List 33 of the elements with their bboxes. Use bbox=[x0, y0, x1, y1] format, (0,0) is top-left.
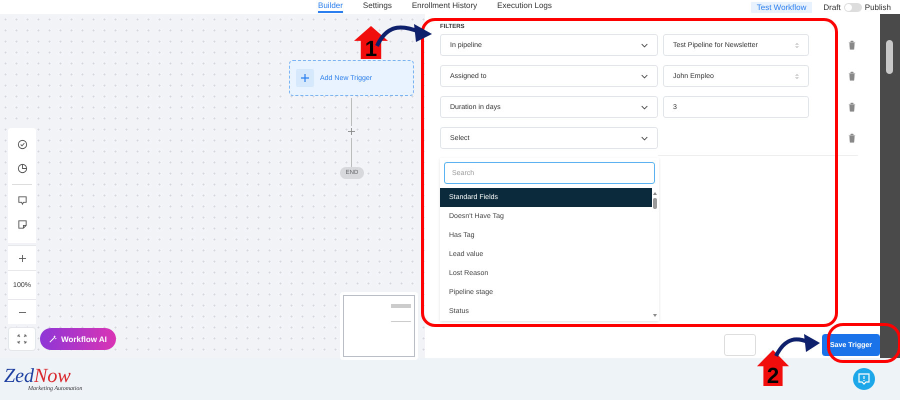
nav-tab[interactable]: Execution Logs bbox=[497, 1, 552, 13]
trash-icon[interactable] bbox=[848, 133, 856, 143]
fullscreen-icon[interactable] bbox=[8, 327, 36, 351]
plus-icon bbox=[301, 74, 309, 82]
curved-arrow bbox=[375, 24, 432, 47]
curved-arrow bbox=[774, 334, 820, 357]
trash-icon[interactable] bbox=[848, 102, 856, 112]
plus-icon[interactable] bbox=[348, 128, 355, 135]
comment-icon[interactable] bbox=[16, 195, 28, 206]
logo-wordmark: ZedNow bbox=[4, 366, 71, 386]
note-icon[interactable] bbox=[16, 219, 28, 230]
trash-icon[interactable] bbox=[848, 40, 856, 50]
scrollbar[interactable] bbox=[880, 14, 900, 358]
test-workflow-button[interactable]: Test Workflow bbox=[750, 2, 812, 12]
up-down-icon bbox=[795, 42, 799, 48]
nav-tab[interactable]: Enrollment History bbox=[412, 1, 478, 13]
publish-label: Publish bbox=[864, 2, 891, 12]
magic-wand-icon bbox=[49, 335, 58, 343]
trash-icon[interactable] bbox=[848, 71, 856, 81]
publish-toggle[interactable] bbox=[844, 2, 862, 12]
minimap[interactable] bbox=[340, 292, 418, 360]
plus-icon bbox=[18, 254, 26, 262]
pie-chart-icon[interactable] bbox=[16, 163, 28, 174]
draft-label: Draft bbox=[823, 2, 841, 12]
up-down-icon bbox=[795, 72, 799, 80]
chevron-down-icon bbox=[641, 74, 648, 78]
chevron-down-icon bbox=[641, 104, 648, 110]
chat-icon[interactable] bbox=[853, 368, 875, 390]
nav-tab[interactable]: Settings bbox=[362, 1, 392, 13]
chevron-down-icon bbox=[641, 42, 648, 48]
workflow-ai-button[interactable]: Workflow AI bbox=[40, 328, 116, 350]
check-circle-icon[interactable] bbox=[16, 139, 28, 150]
chevron-down-icon bbox=[641, 136, 648, 140]
